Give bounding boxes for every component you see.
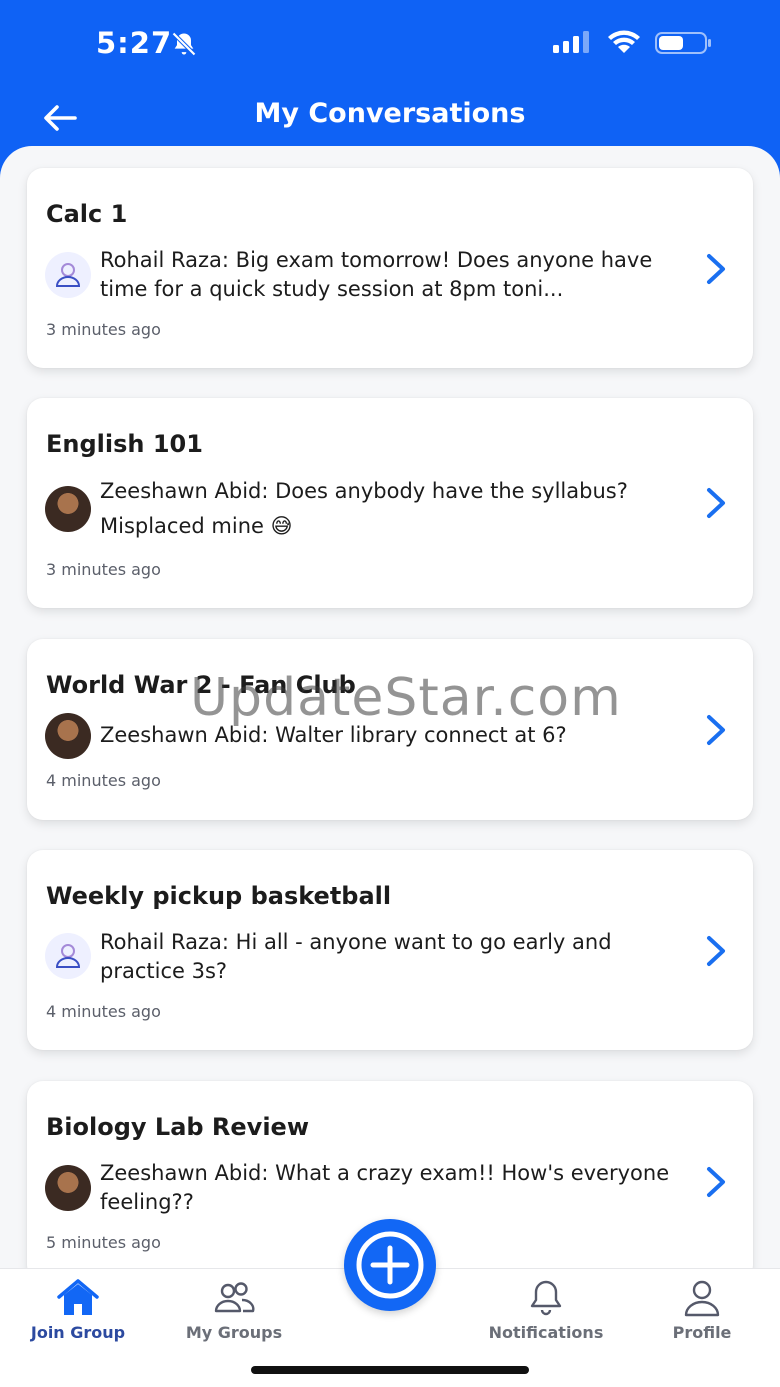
wifi-icon bbox=[608, 30, 640, 53]
conversation-time: 4 minutes ago bbox=[46, 771, 161, 790]
header: My Conversations bbox=[0, 88, 780, 148]
conversation-time: 5 minutes ago bbox=[46, 1233, 161, 1252]
status-time: 5:27 bbox=[96, 26, 173, 60]
chevron-right-icon bbox=[707, 936, 725, 966]
conversation-title: Calc 1 bbox=[46, 200, 128, 228]
tab-label: Join Group bbox=[30, 1323, 126, 1342]
plus-circle-icon bbox=[356, 1231, 424, 1299]
home-icon bbox=[57, 1279, 99, 1315]
tab-label: My Groups bbox=[185, 1323, 283, 1342]
tab-join-group[interactable]: Join Group bbox=[0, 1269, 156, 1349]
user-icon bbox=[55, 944, 81, 968]
avatar bbox=[45, 1165, 91, 1211]
avatar bbox=[45, 252, 91, 298]
avatar bbox=[45, 713, 91, 759]
avatar bbox=[45, 933, 91, 979]
signal-icon bbox=[553, 31, 589, 53]
conversation-card[interactable]: English 101 Zeeshawn Abid: Does anybody … bbox=[27, 398, 753, 608]
chevron-right-icon bbox=[707, 488, 725, 518]
user-icon bbox=[684, 1280, 720, 1317]
conversation-card[interactable]: World War 2 - Fan Club Zeeshawn Abid: Wa… bbox=[27, 639, 753, 820]
conversation-list: Calc 1 Rohail Raza: Big exam tomorrow! D… bbox=[0, 146, 780, 1387]
conversation-message: Zeeshawn Abid: Does anybody have the syl… bbox=[100, 479, 628, 538]
conversation-title: English 101 bbox=[46, 430, 203, 458]
conversation-message: Zeeshawn Abid: What a crazy exam!! How's… bbox=[100, 1161, 670, 1214]
conversation-time: 4 minutes ago bbox=[46, 1002, 161, 1021]
chevron-right-icon bbox=[707, 715, 725, 745]
conversation-time: 3 minutes ago bbox=[46, 560, 161, 579]
battery-icon bbox=[655, 32, 711, 54]
tab-my-groups[interactable]: My Groups bbox=[156, 1269, 312, 1349]
user-icon bbox=[55, 263, 81, 287]
conversation-time: 3 minutes ago bbox=[46, 320, 161, 339]
page-title: My Conversations bbox=[254, 98, 526, 129]
conversation-card[interactable]: Calc 1 Rohail Raza: Big exam tomorrow! D… bbox=[27, 168, 753, 368]
home-indicator bbox=[251, 1366, 529, 1374]
tab-profile[interactable]: Profile bbox=[624, 1269, 780, 1349]
add-conversation-button[interactable] bbox=[344, 1219, 436, 1311]
conversation-message: Rohail Raza: Hi all - anyone want to go … bbox=[100, 930, 612, 983]
chevron-right-icon bbox=[707, 1167, 725, 1197]
chevron-right-icon bbox=[707, 254, 725, 284]
conversation-title: Biology Lab Review bbox=[46, 1113, 310, 1141]
users-icon bbox=[214, 1282, 255, 1313]
tab-label: Notifications bbox=[488, 1323, 604, 1342]
tab-notifications[interactable]: Notifications bbox=[468, 1269, 624, 1349]
conversation-message: Rohail Raza: Big exam tomorrow! Does any… bbox=[100, 248, 653, 301]
tab-label: Profile bbox=[672, 1323, 732, 1342]
watermark: UpdateStar.com bbox=[190, 668, 622, 728]
conversation-title: Weekly pickup basketball bbox=[46, 882, 392, 910]
status-bar: 5:27 bbox=[0, 0, 780, 88]
bell-icon bbox=[530, 1280, 562, 1316]
avatar bbox=[45, 486, 91, 532]
bell-off-icon bbox=[172, 32, 196, 56]
conversation-card[interactable]: Weekly pickup basketball Rohail Raza: Hi… bbox=[27, 850, 753, 1050]
